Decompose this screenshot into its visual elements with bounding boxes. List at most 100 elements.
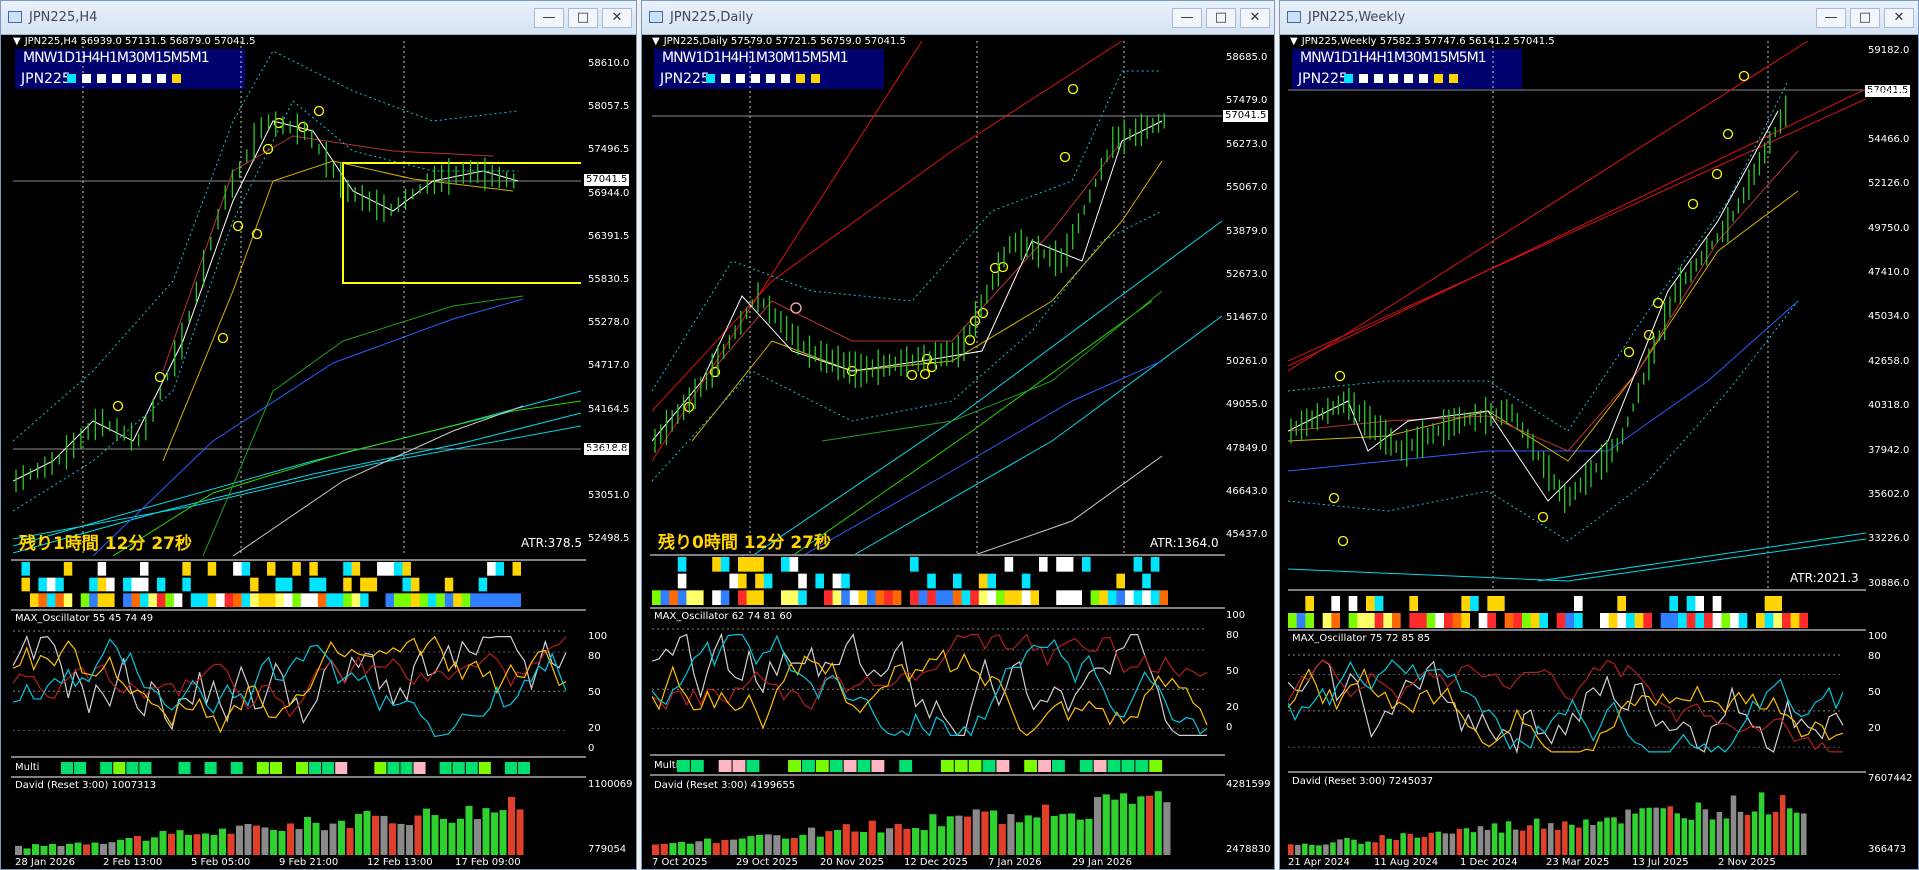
signal-marker xyxy=(1328,492,1340,504)
main-price-chart[interactable] xyxy=(13,41,581,556)
heat-cell xyxy=(849,573,859,589)
oscillator-line-yellow xyxy=(652,649,1208,737)
heat-cell xyxy=(190,577,200,592)
heat-cell xyxy=(165,562,175,576)
signal-heatmap xyxy=(13,562,521,607)
david-bar xyxy=(1688,819,1695,855)
david-bar xyxy=(929,814,937,855)
pane-divider[interactable] xyxy=(650,607,1225,609)
multi-cell xyxy=(829,760,843,772)
heat-cell xyxy=(1764,596,1774,611)
heat-cell xyxy=(410,577,420,592)
pane-divider[interactable] xyxy=(1288,771,1866,773)
window-titlebar[interactable]: JPN225,Weekly — □ ✕ xyxy=(1280,1,1918,35)
david-bar xyxy=(868,820,876,855)
multi-cell xyxy=(788,760,801,772)
close-button[interactable]: ✕ xyxy=(602,8,632,28)
window-titlebar[interactable]: JPN225,Daily — □ ✕ xyxy=(642,1,1274,35)
multi-cell xyxy=(282,762,295,774)
heat-cell xyxy=(1773,613,1783,628)
date-tick-label: 13 Jul 2025 xyxy=(1632,857,1689,868)
david-bar xyxy=(825,831,833,855)
heat-cell xyxy=(283,593,293,607)
pane-divider[interactable] xyxy=(1288,629,1866,631)
david-bar xyxy=(91,842,99,855)
oscillator-chart[interactable] xyxy=(652,611,1222,751)
minimize-button[interactable]: — xyxy=(1816,8,1846,28)
multi-cell xyxy=(996,760,1010,772)
maximize-button[interactable]: □ xyxy=(568,8,598,28)
david-bar xyxy=(380,815,388,855)
heat-cell xyxy=(935,573,945,589)
david-bar xyxy=(1288,844,1294,855)
chart-window-weekly[interactable]: JPN225,Weekly — □ ✕ ▼ JPN225,Weekly 57582.3… xyxy=(1279,0,1919,870)
maximize-button[interactable]: □ xyxy=(1206,8,1236,28)
heat-cell xyxy=(487,577,497,592)
heat-cell xyxy=(1322,613,1332,628)
multi-cell xyxy=(74,762,87,774)
heat-cell xyxy=(182,577,192,592)
heat-cell xyxy=(63,593,73,607)
close-button[interactable]: ✕ xyxy=(1884,8,1914,28)
david-bar xyxy=(1540,828,1547,855)
heat-cell xyxy=(1082,590,1092,605)
chart-window-daily[interactable]: JPN225,Daily — □ ✕ ▼ JPN225,Daily 57579.0 5… xyxy=(641,0,1275,870)
oscillator-level-label: 20 xyxy=(1868,723,1881,734)
date-tick-label: 29 Jan 2026 xyxy=(1072,857,1132,868)
david-bar xyxy=(1758,792,1765,855)
heat-cell xyxy=(46,562,56,576)
oscillator-chart[interactable] xyxy=(1288,637,1858,767)
heat-cell xyxy=(131,577,141,592)
heat-cell xyxy=(478,593,488,607)
heat-cell xyxy=(1617,596,1627,611)
multi-cell xyxy=(126,762,139,774)
heat-cell xyxy=(343,562,353,576)
pane-divider[interactable] xyxy=(650,754,1225,756)
david-bar xyxy=(74,842,82,855)
david-bar xyxy=(808,827,816,855)
pane-divider[interactable] xyxy=(11,776,586,778)
heat-cell xyxy=(1392,613,1402,628)
chart-window-h4[interactable]: JPN225,H4 — □ ✕ ▼ JPN225,H4 56939.0 57131.5… xyxy=(0,0,637,870)
minimize-button[interactable]: — xyxy=(534,8,564,28)
ma-200 xyxy=(232,405,524,556)
pane-divider[interactable] xyxy=(11,609,586,611)
david-max: 7607442 xyxy=(1868,773,1913,784)
pane-divider[interactable] xyxy=(650,774,1225,776)
heat-cell xyxy=(961,573,971,589)
multi-cell xyxy=(243,762,256,774)
heat-cell xyxy=(798,573,808,589)
heat-cell xyxy=(763,557,773,572)
heat-cell xyxy=(1021,590,1031,605)
minimize-button[interactable]: — xyxy=(1172,8,1202,28)
heat-cell xyxy=(1150,573,1160,589)
heat-cell xyxy=(317,577,327,592)
maximize-button[interactable]: □ xyxy=(1850,8,1880,28)
david-bar xyxy=(1512,829,1519,855)
pane-divider[interactable] xyxy=(1288,589,1866,591)
heat-cell xyxy=(987,557,997,572)
multi-cell xyxy=(230,762,243,774)
heat-cell xyxy=(858,573,868,589)
window-titlebar[interactable]: JPN225,H4 — □ ✕ xyxy=(1,1,636,35)
heat-cell xyxy=(1574,613,1584,628)
heat-cell xyxy=(1513,596,1523,611)
main-price-chart[interactable] xyxy=(1288,41,1866,589)
heat-cell xyxy=(1107,557,1117,572)
heat-cell xyxy=(292,577,302,592)
david-bar xyxy=(287,823,294,855)
heat-cell xyxy=(1747,596,1757,611)
heat-cell xyxy=(1064,590,1074,605)
main-price-chart[interactable] xyxy=(652,41,1222,556)
heat-cell xyxy=(97,562,107,576)
heat-cell xyxy=(55,593,65,607)
ma-yellow xyxy=(691,160,1163,442)
david-min: 2478830 xyxy=(1226,844,1271,855)
signal-marker xyxy=(1687,198,1699,210)
heat-cell xyxy=(283,562,293,576)
heat-cell xyxy=(250,593,260,607)
close-button[interactable]: ✕ xyxy=(1240,8,1270,28)
pane-divider[interactable] xyxy=(11,756,586,758)
heat-cell xyxy=(1374,613,1384,628)
oscillator-chart[interactable] xyxy=(13,613,581,753)
